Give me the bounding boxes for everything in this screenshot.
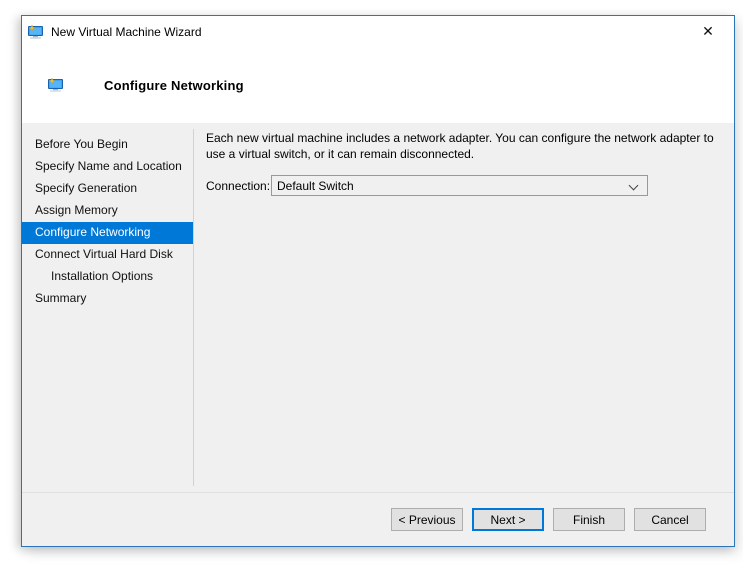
close-button[interactable]: ✕ <box>694 20 722 44</box>
chevron-down-icon <box>630 182 638 190</box>
connection-row: Connection: Default Switch <box>206 175 724 196</box>
finish-button[interactable]: Finish <box>553 508 625 531</box>
sidebar-item-assign-memory[interactable]: Assign Memory <box>22 200 193 222</box>
sidebar-item-connect-virtual-hard-disk[interactable]: Connect Virtual Hard Disk <box>22 244 193 266</box>
vm-page-icon <box>47 77 64 93</box>
new-vm-wizard-dialog: New Virtual Machine Wizard ✕ Configure N… <box>21 15 735 547</box>
connection-dropdown[interactable]: Default Switch <box>271 175 648 196</box>
cancel-button[interactable]: Cancel <box>634 508 706 531</box>
wizard-steps-sidebar: Before You Begin Specify Name and Locati… <box>22 123 193 492</box>
vm-wizard-icon <box>27 24 44 40</box>
previous-button[interactable]: < Previous <box>391 508 463 531</box>
page-content: Each new virtual machine includes a netw… <box>193 123 734 492</box>
window-title: New Virtual Machine Wizard <box>51 25 202 39</box>
connection-label: Connection: <box>206 179 271 193</box>
wizard-page-header: Configure Networking <box>22 47 734 123</box>
sidebar-item-installation-options[interactable]: Installation Options <box>22 266 193 288</box>
sidebar-item-configure-networking[interactable]: Configure Networking <box>22 222 193 244</box>
page-title: Configure Networking <box>104 78 244 93</box>
page-description: Each new virtual machine includes a netw… <box>206 131 724 162</box>
sidebar-divider <box>193 129 194 486</box>
sidebar-item-specify-generation[interactable]: Specify Generation <box>22 178 193 200</box>
next-button[interactable]: Next > <box>472 508 544 531</box>
wizard-footer: < Previous Next > Finish Cancel <box>22 492 734 546</box>
wizard-body: Before You Begin Specify Name and Locati… <box>22 123 734 492</box>
connection-selected-value: Default Switch <box>277 179 354 193</box>
sidebar-item-before-you-begin[interactable]: Before You Begin <box>22 134 193 156</box>
sidebar-item-summary[interactable]: Summary <box>22 288 193 310</box>
desktop-background: New Virtual Machine Wizard ✕ Configure N… <box>0 0 743 568</box>
sidebar-item-specify-name-and-location[interactable]: Specify Name and Location <box>22 156 193 178</box>
title-bar[interactable]: New Virtual Machine Wizard ✕ <box>22 16 734 47</box>
